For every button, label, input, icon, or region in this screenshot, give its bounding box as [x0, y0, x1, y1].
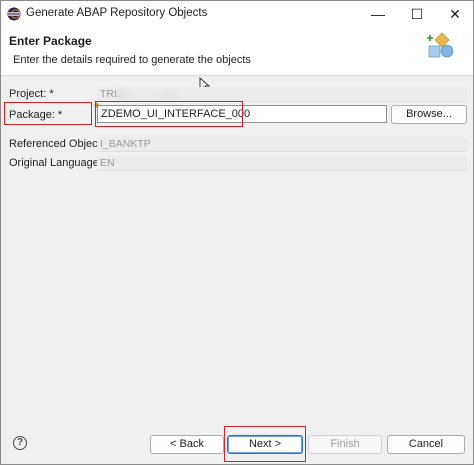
finish-button[interactable]: Finish — [308, 435, 382, 454]
next-button-highlight — [224, 426, 306, 462]
browse-button[interactable]: Browse... — [391, 105, 467, 124]
original-language-label: Original Language: — [9, 157, 102, 169]
referenced-object-label: Referenced Object: * — [9, 138, 112, 150]
project-field: TRL — [97, 87, 467, 102]
maximize-icon: ☐ — [410, 5, 424, 22]
package-label-highlight — [4, 102, 92, 125]
close-button[interactable]: ✕ — [437, 1, 473, 27]
referenced-object-value: I_BANKTP — [100, 138, 151, 150]
redacted-area — [117, 89, 177, 100]
cancel-button[interactable]: Cancel — [387, 435, 465, 454]
eclipse-app-icon — [7, 7, 21, 21]
maximize-button[interactable]: ☐ — [399, 1, 435, 27]
help-icon[interactable]: ? — [13, 436, 27, 450]
repository-objects-icon — [427, 32, 454, 58]
wizard-header: Enter Package Enter the details required… — [1, 27, 473, 76]
browse-button-label: Browse... — [406, 108, 452, 120]
page-description: Enter the details required to generate t… — [13, 54, 251, 66]
original-language-value: EN — [100, 157, 115, 169]
back-button-label: < Back — [170, 438, 204, 450]
finish-button-label: Finish — [330, 438, 360, 450]
referenced-object-field: I_BANKTP — [97, 137, 467, 152]
minimize-button[interactable]: — — [360, 1, 396, 27]
project-label: Project: * — [9, 88, 54, 100]
cancel-button-label: Cancel — [408, 438, 444, 450]
page-title: Enter Package — [9, 34, 92, 48]
title-bar: Generate ABAP Repository Objects — ☐ ✕ — [1, 1, 473, 27]
package-input-highlight — [95, 101, 243, 127]
back-button[interactable]: < Back — [150, 435, 224, 454]
close-icon: ✕ — [449, 5, 461, 22]
minimize-icon: — — [371, 6, 385, 22]
dialog-window: Generate ABAP Repository Objects — ☐ ✕ E… — [0, 0, 474, 465]
window-title: Generate ABAP Repository Objects — [26, 7, 208, 19]
original-language-field: EN — [97, 156, 467, 171]
